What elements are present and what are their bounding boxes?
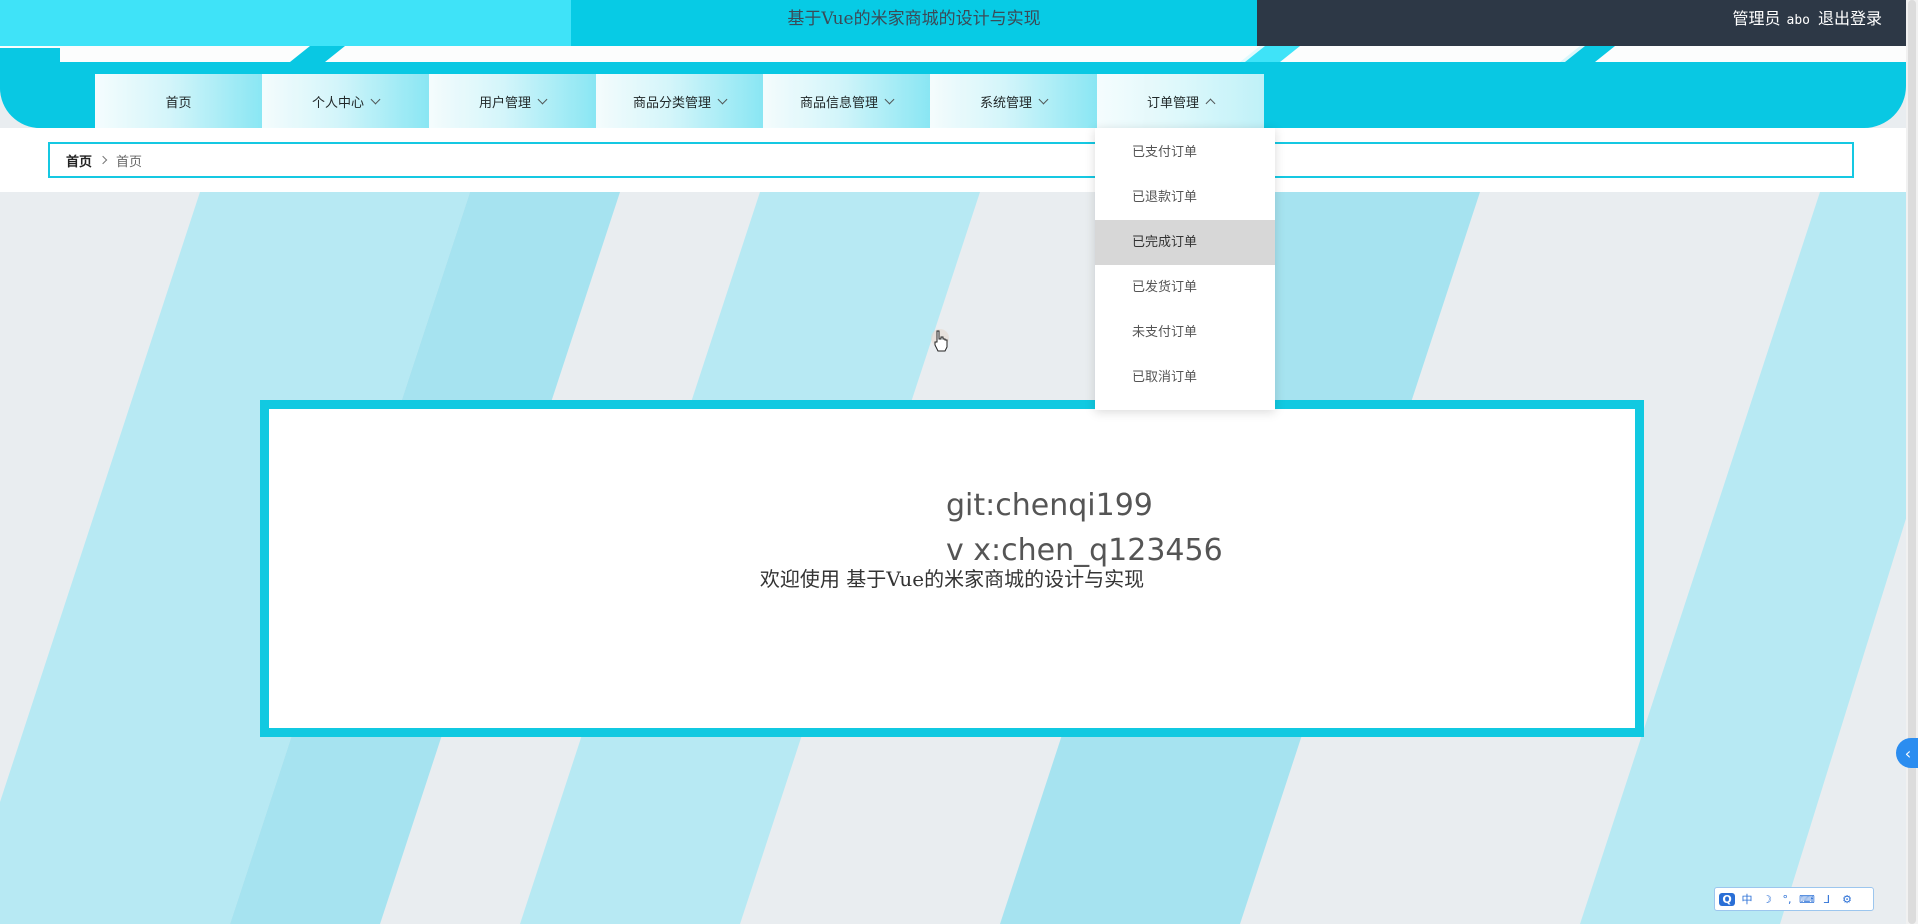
- chevron-up-icon: [1205, 98, 1216, 108]
- chevron-down-icon: [884, 94, 895, 104]
- menu-item-personal-center[interactable]: 个人中心: [262, 74, 429, 128]
- menu-item-user-management[interactable]: 用户管理: [429, 74, 596, 128]
- dropdown-item-unpaid-orders[interactable]: 未支付订单: [1095, 310, 1275, 355]
- menu-item-order-management[interactable]: 订单管理: [1097, 74, 1264, 128]
- ime-chinese-mode[interactable]: 中: [1739, 891, 1755, 907]
- dropdown-item-completed-orders[interactable]: 已完成订单: [1095, 220, 1275, 265]
- menu-item-label: 商品分类管理: [632, 95, 711, 111]
- watermark-git: git:chenqi199: [946, 488, 1153, 523]
- role-label: 管理员: [1732, 9, 1781, 28]
- chevron-down-icon: [537, 94, 548, 104]
- menu-item-label: 用户管理: [478, 95, 531, 111]
- chevron-right-icon: [98, 155, 108, 165]
- menu-item-label: 系统管理: [979, 95, 1032, 111]
- ime-logo-icon[interactable]: Q: [1719, 892, 1735, 906]
- ime-toolbar[interactable]: Q 中 ☽ °, ⌨ ⅃ ⚙: [1714, 887, 1874, 911]
- settings-icon[interactable]: ⚙: [1839, 893, 1855, 906]
- order-management-dropdown: 已支付订单 已退款订单 已完成订单 已发货订单 未支付订单 已取消订单: [1095, 128, 1275, 410]
- menu-item-label: 首页: [165, 95, 192, 111]
- menu-item-home[interactable]: 首页: [95, 74, 262, 128]
- punctuation-icon[interactable]: °,: [1779, 893, 1795, 906]
- side-panel-toggle[interactable]: ‹: [1896, 738, 1918, 768]
- menu-item-label: 商品信息管理: [799, 95, 878, 111]
- menu-item-category-management[interactable]: 商品分类管理: [596, 74, 763, 128]
- vertical-scrollbar[interactable]: [1906, 0, 1918, 924]
- menu-item-system-management[interactable]: 系统管理: [930, 74, 1097, 128]
- softkey-icon[interactable]: ⅃: [1819, 893, 1835, 906]
- welcome-text: 欢迎使用 基于Vue的米家商城的设计与实现: [759, 567, 1145, 591]
- breadcrumb-current: 首页: [116, 154, 143, 170]
- breadcrumb-home[interactable]: 首页: [66, 151, 92, 170]
- logout-button[interactable]: 退出登录: [1818, 9, 1882, 28]
- chevron-down-icon: [717, 94, 728, 104]
- chevron-left-icon: ‹: [1904, 743, 1912, 763]
- chevron-down-icon: [1038, 94, 1049, 104]
- dropdown-item-refunded-orders[interactable]: 已退款订单: [1095, 175, 1275, 220]
- chevron-down-icon: [370, 94, 381, 104]
- dropdown-item-paid-orders[interactable]: 已支付订单: [1095, 130, 1275, 175]
- site-title: 基于Vue的米家商城的设计与实现: [787, 9, 1041, 29]
- top-header: 基于Vue的米家商城的设计与实现 管理员 abo 退出登录: [0, 0, 1918, 46]
- header-left-band: [0, 0, 571, 46]
- username: abo: [1786, 13, 1810, 28]
- scrollbar-thumb[interactable]: [1908, 0, 1916, 924]
- dropdown-item-shipped-orders[interactable]: 已发货订单: [1095, 265, 1275, 310]
- moon-icon[interactable]: ☽: [1759, 893, 1775, 906]
- main-menu: 首页 个人中心 用户管理 商品分类管理 商品信息管理 系统管理 订单管理: [95, 74, 1264, 128]
- menu-item-label: 订单管理: [1146, 95, 1199, 111]
- hand-cursor-icon: [931, 329, 949, 352]
- user-area: 管理员 abo 退出登录: [1732, 0, 1882, 38]
- menu-item-product-management[interactable]: 商品信息管理: [763, 74, 930, 128]
- menu-item-label: 个人中心: [311, 95, 364, 111]
- keyboard-icon[interactable]: ⌨: [1799, 893, 1815, 906]
- dropdown-item-cancelled-orders[interactable]: 已取消订单: [1095, 355, 1275, 400]
- welcome-panel: git:chenqi199 v x:chen_q123456 欢迎使用 基于Vu…: [260, 400, 1644, 737]
- breadcrumb: 首页 首页: [48, 142, 1854, 178]
